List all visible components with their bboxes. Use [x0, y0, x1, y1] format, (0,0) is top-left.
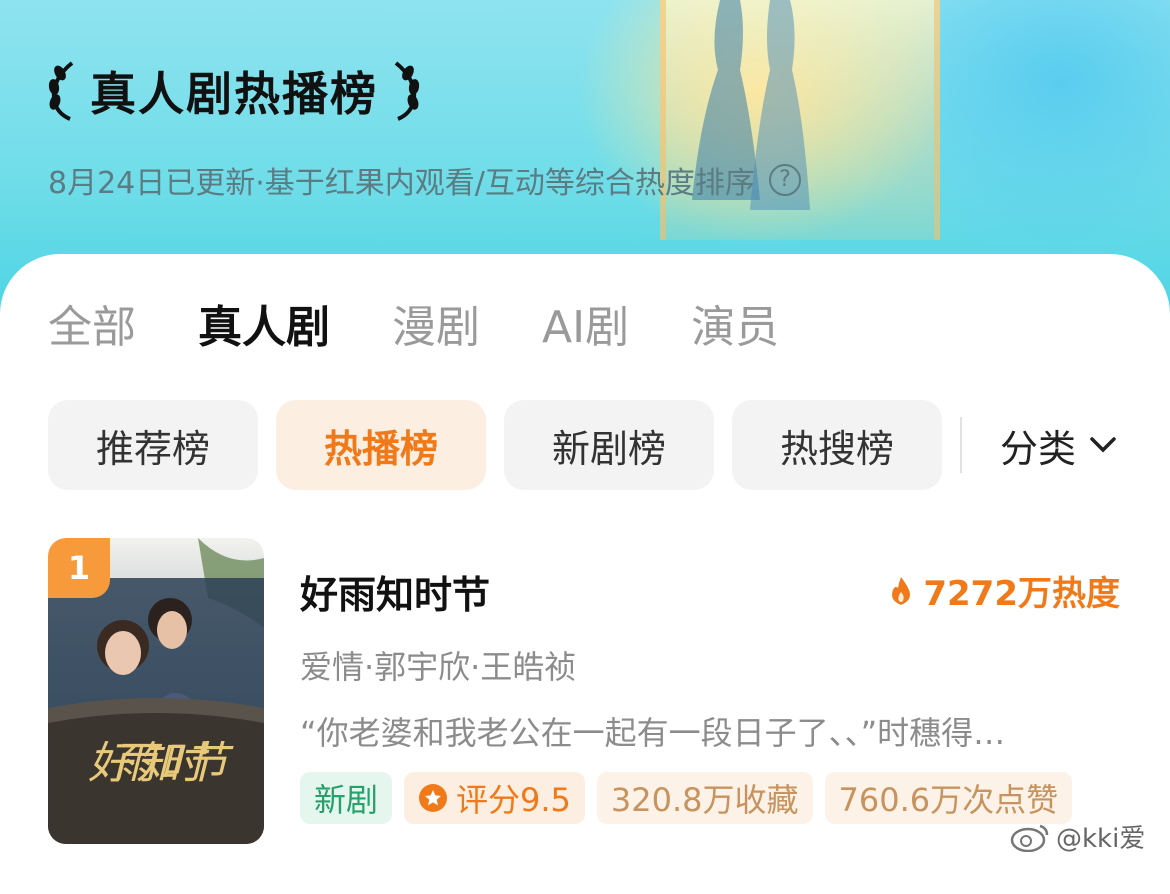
poster-calligraphy: 好雨知时节: [88, 738, 234, 789]
filter-divider: [960, 417, 962, 473]
drama-meta: 爱情·郭宇欣·王皓祯: [300, 648, 577, 686]
update-info-text: 8月24日已更新·基于红果内观看/互动等综合热度排序: [48, 166, 755, 201]
help-icon[interactable]: ?: [768, 164, 801, 196]
heat-value: 7272万热度: [923, 574, 1120, 614]
score-tag: 评分9.5: [404, 772, 585, 824]
fire-icon: [892, 576, 911, 605]
type-tabs: 全部 真人剧 漫剧 AI剧 演员: [48, 298, 841, 358]
watermark-text: @kki爱: [1056, 824, 1146, 854]
tab-ai[interactable]: AI剧: [542, 298, 629, 358]
ranking-filters: 推荐榜 热播榜 新剧榜 热搜榜 分类: [48, 400, 1116, 490]
heat-indicator: 7272万热度: [889, 566, 1120, 615]
list-item[interactable]: 好雨知时节 1 好雨知时节 7272万热度 爱情·郭宇欣·王皓祯 “你老婆和我老…: [48, 538, 1128, 848]
tab-anime[interactable]: 漫剧: [392, 298, 480, 358]
tab-live-action[interactable]: 真人剧: [198, 298, 330, 358]
drama-synopsis: “你老婆和我老公在一起有一段日子了、、”时穗得…: [300, 714, 1006, 752]
tab-all[interactable]: 全部: [48, 298, 136, 358]
category-label: 分类: [1000, 426, 1077, 471]
score-value: 评分9.5: [456, 781, 571, 819]
rank-badge: 1: [48, 538, 110, 598]
drama-title[interactable]: 好雨知时节: [300, 564, 490, 619]
weibo-icon: [1010, 824, 1049, 852]
chip-hot-playing[interactable]: 热播榜: [276, 400, 486, 490]
chip-hot-search[interactable]: 热搜榜: [732, 400, 942, 490]
page-title-text: 真人剧热播榜: [90, 67, 378, 121]
tag-row: 新剧 评分9.5 320.8万收藏 760.6万次点赞: [300, 772, 1073, 824]
laurel-left-icon: [48, 61, 74, 121]
watermark: @kki爱: [1010, 818, 1145, 855]
chevron-down-icon: [1090, 437, 1116, 453]
poster-image[interactable]: 好雨知时节 1: [48, 538, 264, 844]
new-tag: 新剧: [300, 772, 393, 824]
chip-recommended[interactable]: 推荐榜: [48, 400, 258, 490]
page-title: 真人剧热播榜: [46, 56, 422, 126]
category-dropdown[interactable]: 分类: [1000, 418, 1116, 473]
likes-tag: 760.6万次点赞: [824, 772, 1073, 824]
laurel-right-icon: [394, 61, 420, 121]
update-info: 8月24日已更新·基于红果内观看/互动等综合热度排序 ?: [48, 158, 801, 202]
favorites-tag: 320.8万收藏: [596, 772, 813, 824]
tab-actors[interactable]: 演员: [691, 298, 779, 358]
hero-illustration: [660, 0, 940, 240]
star-badge-icon: [419, 784, 448, 812]
chip-new[interactable]: 新剧榜: [504, 400, 714, 490]
